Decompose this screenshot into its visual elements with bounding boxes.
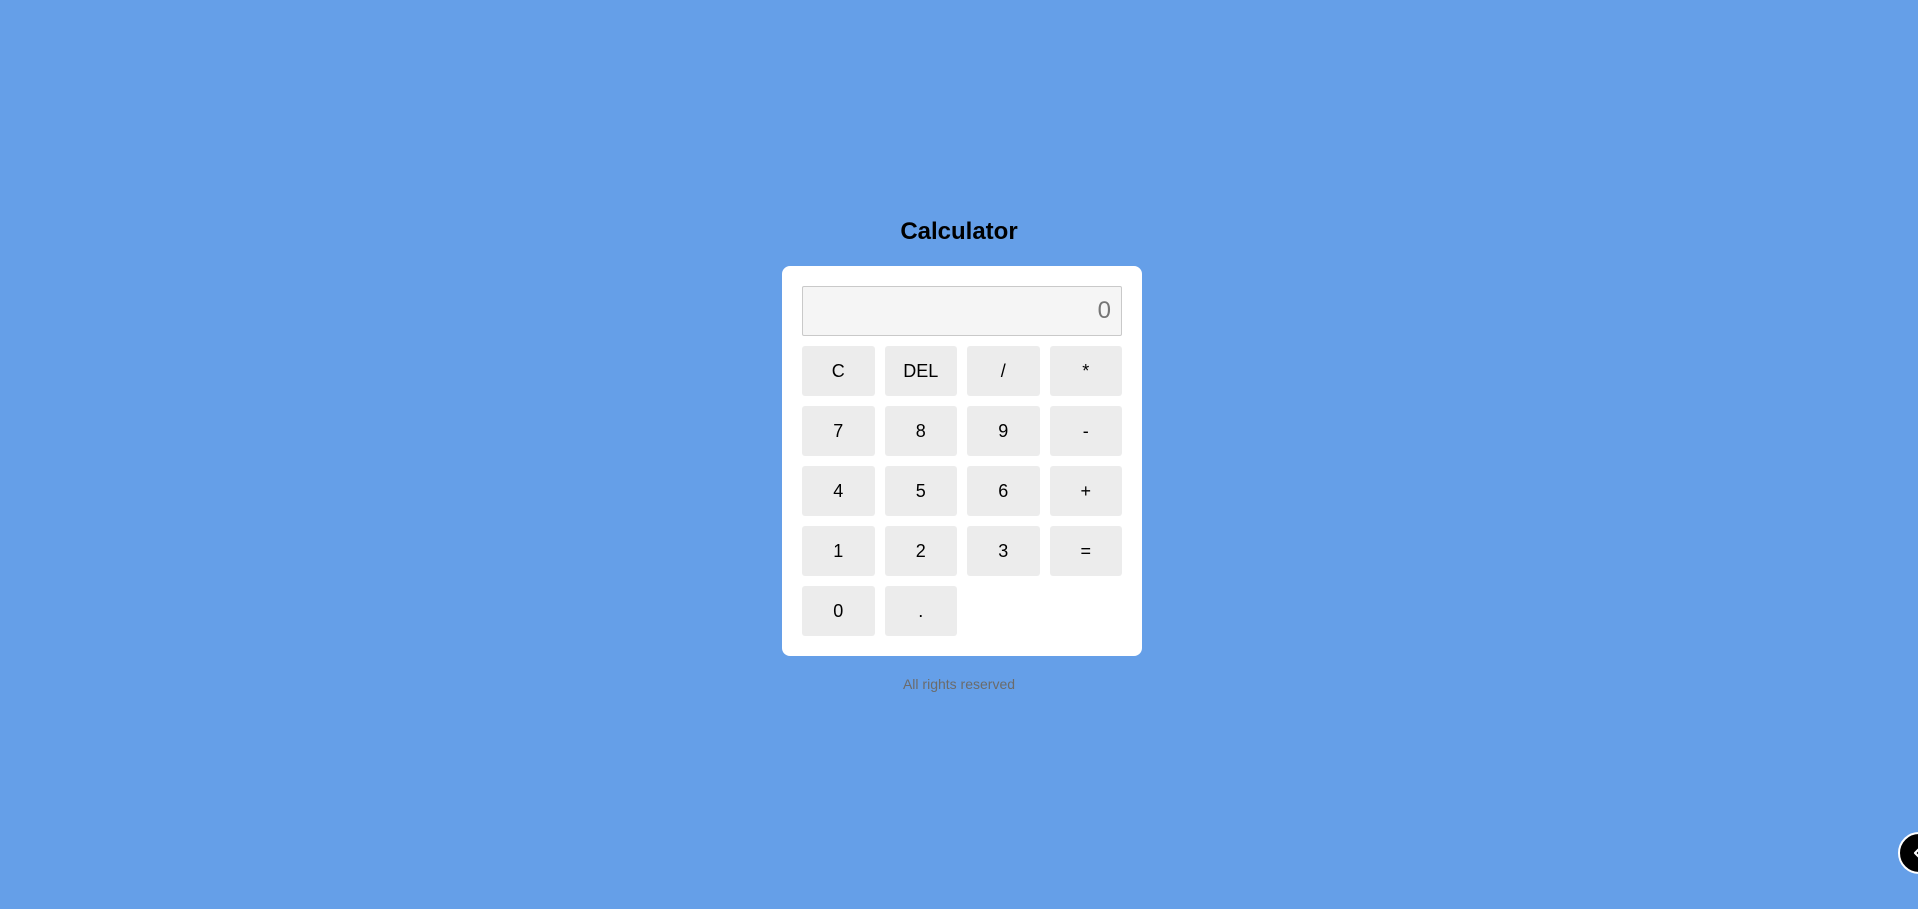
digit-5-button[interactable]: 5 xyxy=(884,466,957,516)
calculator-display[interactable] xyxy=(802,286,1122,336)
clear-button[interactable]: C xyxy=(802,346,875,396)
digit-0-button[interactable]: 0 xyxy=(802,586,875,636)
digit-6-button[interactable]: 6 xyxy=(967,466,1040,516)
equals-button[interactable]: = xyxy=(1049,526,1122,576)
page-title: Calculator xyxy=(900,218,1018,245)
add-button[interactable]: + xyxy=(1049,466,1122,516)
digit-8-button[interactable]: 8 xyxy=(884,406,957,456)
delete-button[interactable]: DEL xyxy=(884,346,957,396)
corner-toggle-button[interactable] xyxy=(1898,832,1918,874)
keypad: C DEL / * 7 8 9 - 4 5 6 + 1 2 3 = 0 . xyxy=(802,346,1122,636)
digit-9-button[interactable]: 9 xyxy=(967,406,1040,456)
subtract-button[interactable]: - xyxy=(1049,406,1122,456)
digit-1-button[interactable]: 1 xyxy=(802,526,875,576)
divide-button[interactable]: / xyxy=(967,346,1040,396)
footer-text: All rights reserved xyxy=(902,676,1016,692)
digit-2-button[interactable]: 2 xyxy=(884,526,957,576)
digit-3-button[interactable]: 3 xyxy=(967,526,1040,576)
chevron-left-icon xyxy=(1913,848,1918,858)
digit-7-button[interactable]: 7 xyxy=(802,406,875,456)
decimal-button[interactable]: . xyxy=(884,586,957,636)
multiply-button[interactable]: * xyxy=(1049,346,1122,396)
calculator-card: C DEL / * 7 8 9 - 4 5 6 + 1 2 3 = 0 . xyxy=(782,266,1142,656)
digit-4-button[interactable]: 4 xyxy=(802,466,875,516)
